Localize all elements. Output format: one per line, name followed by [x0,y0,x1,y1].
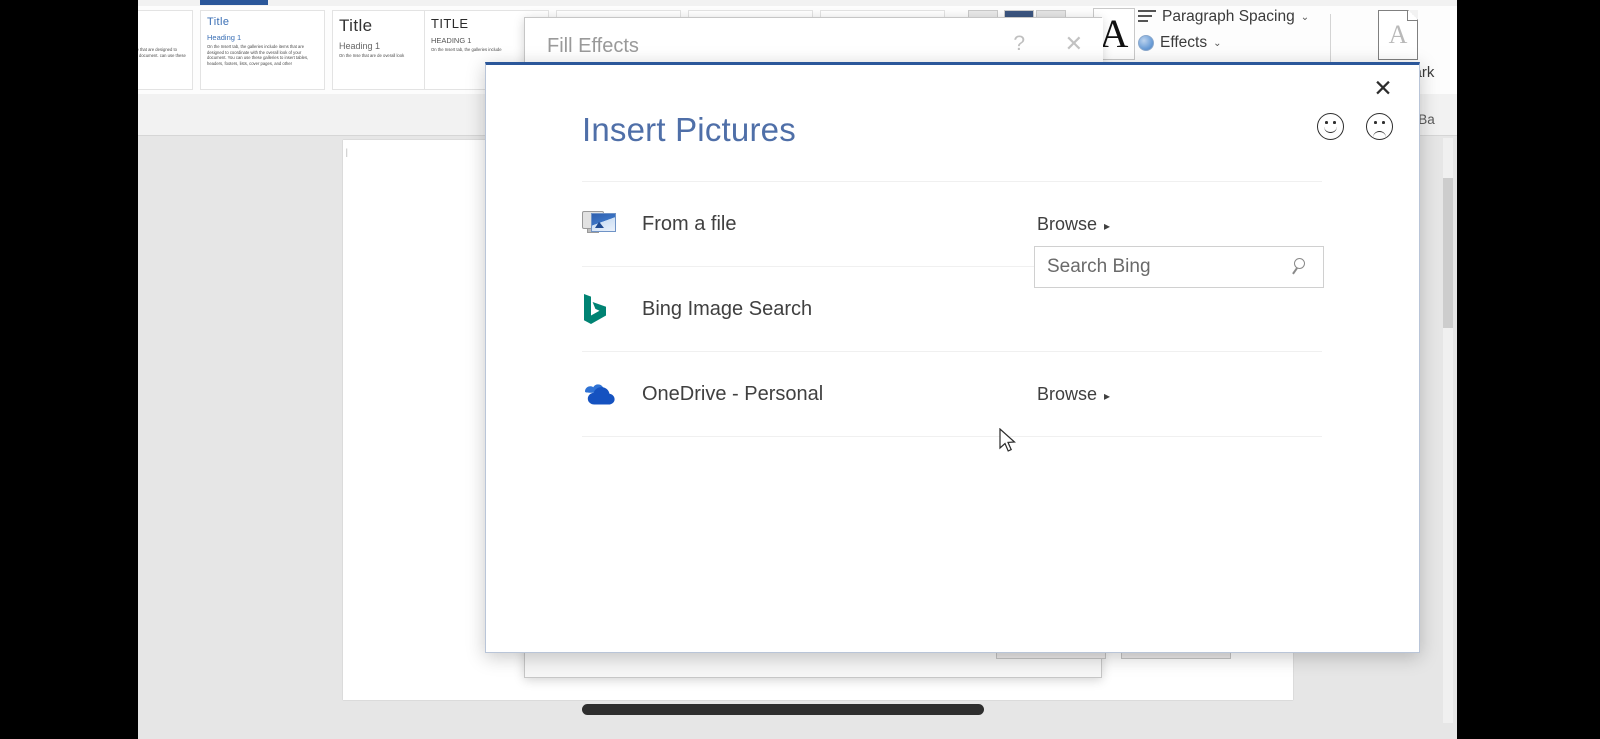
vertical-scrollbar[interactable] [1443,138,1453,723]
search-placeholder: Search Bing [1047,256,1151,277]
source-label: From a file [642,212,737,235]
close-icon[interactable]: ✕ [1065,33,1083,55]
page-fold-icon [1407,10,1418,21]
source-row-bing-image-search[interactable]: Bing Image Search Search Bing [582,246,1324,351]
bing-search-field-wrap: Search Bing [1034,246,1324,288]
style-heading: Heading 1 [207,33,242,42]
style-title: Title [207,16,230,28]
paragraph-spacing-icon [1138,9,1156,25]
active-ribbon-tab-indicator[interactable] [200,0,268,5]
feedback-controls [1317,113,1393,140]
onedrive-icon [582,382,640,406]
letterbox-right [1457,0,1600,739]
search-input[interactable]: Search Bing [1034,246,1324,288]
help-icon[interactable]: ? [1013,32,1025,56]
word-application-window: ITLE ading 1 the Insert tab, the galleri… [138,0,1457,739]
picture-source-list: From a file Browse ▸ Bing Image Search S… [582,181,1324,437]
vertical-scrollbar-thumb[interactable] [1443,178,1453,328]
watermark-glyph: A [1388,20,1408,49]
style-heading: ading 1 [138,36,186,45]
fill-effects-title: Fill Effects [547,35,639,57]
search-icon[interactable] [1292,258,1311,276]
from-a-file-icon [582,209,640,239]
divider [582,436,1322,437]
ribbon-text-group: Paragraph Spacing ⌄ Effects ⌄ [1138,8,1309,60]
effects-button[interactable]: Effects ⌄ [1138,34,1309,52]
dialog-title: Insert Pictures [582,111,796,148]
onedrive-cloud-svg [585,384,615,405]
style-thumbnail[interactable]: ITLE ading 1 the Insert tab, the galleri… [138,10,193,90]
page-marker: I [345,146,349,160]
style-body: On the Insert tab, the galleries include… [207,44,309,66]
browse-button-onedrive[interactable]: Browse ▸ [1037,384,1110,405]
bing-logo-svg [584,294,606,324]
watermark-icon: A [1378,10,1418,60]
browse-label: Browse [1037,383,1098,404]
close-icon[interactable]: ✕ [1369,75,1397,103]
arrow-right-icon: ▸ [1104,388,1111,403]
paragraph-spacing-button[interactable]: Paragraph Spacing ⌄ [1138,8,1309,26]
browse-label: Browse [1037,213,1098,234]
source-row-onedrive-personal[interactable]: OneDrive - Personal Browse ▸ [582,352,1322,436]
bing-icon [582,293,640,325]
browse-button-from-a-file[interactable]: Browse ▸ [1037,214,1110,235]
chevron-down-icon: ⌄ [1213,37,1222,49]
smile-face-icon[interactable] [1317,113,1344,140]
chevron-down-icon: ⌄ [1300,11,1310,23]
frown-face-icon[interactable] [1366,113,1393,140]
paragraph-spacing-label: Paragraph Spacing [1162,8,1295,25]
horizontal-scrollbar-thumb[interactable] [582,704,984,715]
screen-root: ITLE ading 1 the Insert tab, the galleri… [0,0,1600,739]
style-title: ITLE [138,16,186,31]
letterbox-left [0,0,138,739]
arrow-right-icon: ▸ [1104,218,1111,233]
style-thumbnail[interactable]: Title Heading 1 On the Insert tab, the g… [200,10,325,90]
style-body: the Insert tab, the galleries include th… [138,47,186,58]
source-label: Bing Image Search [642,297,813,320]
source-label: OneDrive - Personal [642,382,824,405]
effects-label: Effects [1160,34,1208,51]
insert-pictures-dialog: ✕ Insert Pictures From a file Browse ▸ B… [485,62,1420,653]
effects-icon [1138,35,1154,51]
